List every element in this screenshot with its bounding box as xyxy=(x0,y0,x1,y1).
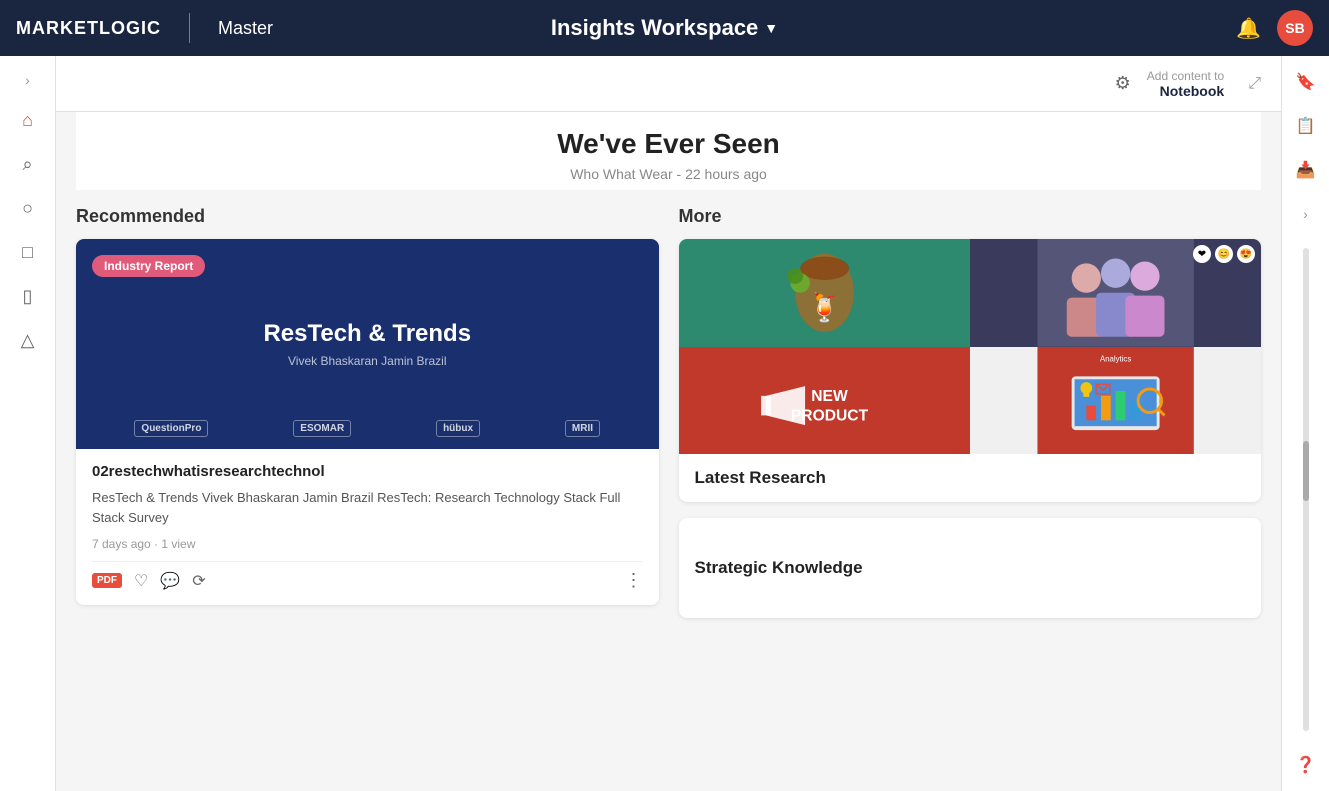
article-title: We've Ever Seen xyxy=(76,128,1261,160)
sidebar-item-learn[interactable]: □ xyxy=(8,232,48,272)
comment-button[interactable]: 💬 xyxy=(160,571,180,591)
rec-card-title: ResTech & Trends xyxy=(263,320,471,348)
latest-research-title: Latest Research xyxy=(695,468,1246,488)
right-sidebar-checklist[interactable]: 📋 xyxy=(1288,108,1324,144)
graduation-cap-icon: □ xyxy=(22,242,33,263)
svg-text:PRODUCT: PRODUCT xyxy=(790,407,868,424)
image-cell-analytics: Analytics xyxy=(970,347,1261,455)
logo-text: MARKETLOGIC xyxy=(16,18,161,39)
left-sidebar: › ⌂ ⌕ ○ □ ▯ △ xyxy=(0,56,56,791)
latest-research-card-body: Latest Research xyxy=(679,454,1262,502)
latest-research-card[interactable]: 🍹 ❤ 😊 😍 xyxy=(679,239,1262,502)
upload-icon: △ xyxy=(21,330,35,351)
more-options-button[interactable]: ⋮ xyxy=(625,570,643,591)
scrollbar-thumb[interactable] xyxy=(1303,441,1309,501)
strategic-knowledge-title: Strategic Knowledge xyxy=(695,558,863,578)
logo-hubux: hübux xyxy=(436,420,480,437)
sidebar-item-docs[interactable]: ▯ xyxy=(8,276,48,316)
two-column-layout: Recommended Industry Report ResTech & Tr… xyxy=(76,206,1261,618)
logo-area: MARKETLOGIC Master xyxy=(16,13,273,43)
bookmark-icon: 🔖 xyxy=(1296,72,1316,92)
checklist-icon: 📋 xyxy=(1296,116,1316,136)
recommended-label: Recommended xyxy=(76,206,659,227)
content-area: ⚙ Add content to Notebook ⤢ We've Ever S… xyxy=(56,56,1281,791)
recommended-section: Recommended Industry Report ResTech & Tr… xyxy=(76,206,659,618)
logo-esomar: ESOMAR xyxy=(293,420,351,437)
main-layout: › ⌂ ⌕ ○ □ ▯ △ ⚙ Add content to N xyxy=(0,56,1329,791)
pdf-badge: PDF xyxy=(92,573,122,588)
home-icon: ⌂ xyxy=(22,110,33,131)
logo-mrii: MRII xyxy=(565,420,600,437)
top-navigation: MARKETLOGIC Master Insights Workspace ▼ … xyxy=(0,0,1329,56)
user-avatar[interactable]: SB xyxy=(1277,10,1313,46)
image-cell-people: ❤ 😊 😍 xyxy=(970,239,1261,347)
globe-icon: ○ xyxy=(22,198,33,219)
article-header: We've Ever Seen Who What Wear - 22 hours… xyxy=(76,112,1261,190)
toolbar: ⚙ Add content to Notebook ⤢ xyxy=(56,56,1281,112)
recommended-card-image: Industry Report ResTech & Trends Vivek B… xyxy=(76,239,659,449)
inbox-icon: 📥 xyxy=(1296,160,1316,180)
add-to-notebook-button[interactable]: Add content to Notebook xyxy=(1147,69,1224,99)
recommended-card-body: 02restechwhatisresearchtechnol ResTech &… xyxy=(76,449,659,605)
toolbar-right: ⚙ Add content to Notebook ⤢ xyxy=(1115,69,1261,99)
latest-research-image-grid: 🍹 ❤ 😊 😍 xyxy=(679,239,1262,454)
card-actions: PDF ♡ 💬 ⟳ ⋮ xyxy=(92,561,643,591)
more-section: More xyxy=(679,206,1262,618)
more-label: More xyxy=(679,206,1262,227)
workspace-dropdown-arrow[interactable]: ▼ xyxy=(764,20,778,36)
right-sidebar-inbox[interactable]: 📥 xyxy=(1288,152,1324,188)
nav-divider xyxy=(189,13,190,43)
sidebar-item-upload[interactable]: △ xyxy=(8,320,48,360)
share-button[interactable]: ⟳ xyxy=(192,571,205,591)
add-notebook-line2: Notebook xyxy=(1160,83,1225,99)
rec-card-authors: Vivek Bhaskaran Jamin Brazil xyxy=(288,354,447,368)
search-icon: ⌕ xyxy=(22,154,32,175)
workspace-title: Insights Workspace xyxy=(551,15,758,41)
add-notebook-line1: Add content to xyxy=(1147,69,1224,83)
right-sidebar: 🔖 📋 📥 › ❓ xyxy=(1281,56,1329,791)
sidebar-expand-button[interactable]: › xyxy=(17,64,38,96)
svg-text:NEW: NEW xyxy=(811,387,848,404)
scrollbar-track[interactable] xyxy=(1303,248,1309,731)
card-doc-title: 02restechwhatisresearchtechnol xyxy=(92,463,643,480)
logo-questionpro: QuestionPro xyxy=(134,420,208,437)
image-cell-cocktail: 🍹 xyxy=(679,239,970,347)
expand-icon[interactable]: ⤢ xyxy=(1248,75,1261,93)
document-icon: ▯ xyxy=(23,286,33,307)
sidebar-item-search[interactable]: ⌕ xyxy=(8,144,48,184)
like-button[interactable]: ♡ xyxy=(134,571,148,591)
image-cell-new-product: NEW PRODUCT xyxy=(679,347,970,455)
right-sidebar-collapse[interactable]: › xyxy=(1288,196,1324,232)
strategic-knowledge-card[interactable]: Strategic Knowledge xyxy=(679,518,1262,618)
industry-badge: Industry Report xyxy=(92,255,205,277)
nav-master-label: Master xyxy=(218,18,273,39)
right-sidebar-help[interactable]: ❓ xyxy=(1288,747,1324,783)
svg-text:Analytics: Analytics xyxy=(1100,354,1131,363)
help-icon: ❓ xyxy=(1296,755,1316,775)
rec-card-logos: QuestionPro ESOMAR hübux MRII xyxy=(76,420,659,437)
scroll-content: We've Ever Seen Who What Wear - 22 hours… xyxy=(56,112,1281,791)
card-description: ResTech & Trends Vivek Bhaskaran Jamin B… xyxy=(92,488,643,527)
workspace-title-area[interactable]: Insights Workspace ▼ xyxy=(551,15,778,41)
sidebar-item-home[interactable]: ⌂ xyxy=(8,100,48,140)
notification-bell-icon[interactable]: 🔔 xyxy=(1236,16,1261,41)
filter-icon[interactable]: ⚙ xyxy=(1115,73,1131,94)
article-meta: Who What Wear - 22 hours ago xyxy=(76,166,1261,182)
sidebar-item-globe[interactable]: ○ xyxy=(8,188,48,228)
card-meta: 7 days ago · 1 view xyxy=(92,537,643,551)
nav-right-area: 🔔 SB xyxy=(1236,10,1313,46)
recommended-card[interactable]: Industry Report ResTech & Trends Vivek B… xyxy=(76,239,659,605)
svg-text:🍹: 🍹 xyxy=(807,291,841,323)
right-sidebar-bookmark[interactable]: 🔖 xyxy=(1288,64,1324,100)
pdf-button[interactable]: PDF xyxy=(92,573,122,588)
